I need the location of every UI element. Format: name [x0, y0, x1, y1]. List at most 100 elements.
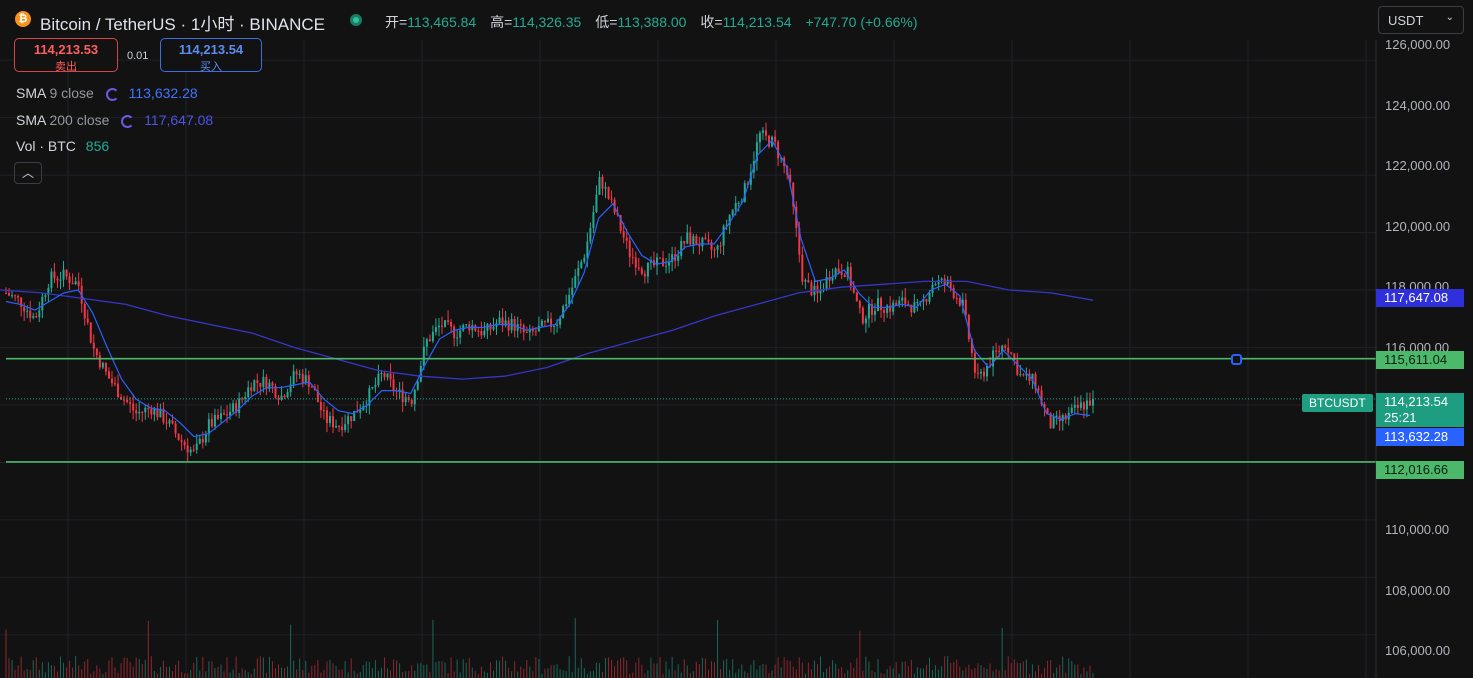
- volume-bar: [193, 662, 195, 678]
- volume-bar: [932, 669, 934, 678]
- volume-bar: [199, 670, 201, 678]
- bar-countdown: 25:21: [1384, 410, 1417, 425]
- volume-bar: [520, 666, 522, 678]
- candle-body: [698, 244, 701, 247]
- volume-bar: [323, 669, 325, 678]
- volume-bar: [1013, 659, 1015, 678]
- volume-bar: [989, 663, 991, 678]
- volume-bar: [235, 656, 237, 678]
- volume-bar: [138, 659, 140, 678]
- volume-bar: [538, 659, 540, 678]
- volume-bar: [514, 661, 516, 678]
- candle-body: [701, 237, 704, 247]
- candle-body: [332, 416, 335, 428]
- candle-body: [44, 295, 47, 297]
- candle-body: [238, 398, 241, 413]
- volume-bar: [17, 665, 19, 678]
- buy-button[interactable]: 114,213.54 买入: [160, 38, 262, 73]
- volume-bar: [317, 659, 319, 678]
- sma9-legend[interactable]: SMA 9 close 113,632.28: [16, 85, 198, 101]
- volume-bar: [362, 665, 364, 678]
- volume-bar: [874, 672, 876, 678]
- volume-bar: [299, 658, 301, 678]
- volume-bar: [986, 668, 988, 678]
- volume-bar: [123, 657, 125, 678]
- line-drag-handle[interactable]: [1231, 354, 1242, 365]
- volume-bar: [635, 662, 637, 678]
- volume-bar: [1047, 660, 1049, 678]
- volume-bar: [156, 673, 158, 678]
- volume-bar: [586, 673, 588, 678]
- candle-body: [483, 330, 486, 336]
- candle-body: [150, 408, 153, 415]
- axis-tick: 126,000.00: [1385, 37, 1451, 52]
- volume-bar: [190, 669, 192, 678]
- volume-bar: [347, 672, 349, 678]
- volume-bar: [910, 659, 912, 678]
- volume-bar: [499, 660, 501, 678]
- volume-bar: [271, 661, 273, 678]
- candle-body: [801, 254, 804, 282]
- candle-body: [625, 237, 628, 241]
- volume-bar: [502, 656, 504, 678]
- candle-body: [622, 231, 625, 238]
- volume-bar: [1022, 661, 1024, 678]
- volume-bar: [614, 666, 616, 678]
- candle-body: [11, 295, 14, 297]
- candle-body: [849, 266, 852, 288]
- volume-bar: [595, 662, 597, 678]
- currency-select[interactable]: USDT ⌄: [1378, 6, 1464, 34]
- volume-bar: [66, 667, 68, 678]
- volume-bar: [871, 670, 873, 678]
- volume-bar: [947, 656, 949, 678]
- candle-body: [380, 373, 383, 375]
- volume-bar: [338, 669, 340, 678]
- candle-body: [580, 261, 583, 268]
- candle-body: [59, 279, 62, 281]
- volume-bar: [1028, 673, 1030, 678]
- candle-body: [71, 283, 74, 285]
- volume-bar: [1050, 660, 1052, 678]
- volume-bar: [617, 660, 619, 678]
- candle-body: [416, 381, 419, 390]
- sma200-legend[interactable]: SMA 200 close 117,647.08: [16, 112, 213, 128]
- candle-body: [546, 318, 549, 323]
- volume-bar: [135, 657, 137, 678]
- volume-bar: [426, 664, 428, 678]
- volume-bar: [556, 664, 558, 678]
- candle-body: [916, 302, 919, 304]
- volume-bar: [838, 668, 840, 678]
- volume-bar: [801, 662, 803, 678]
- volume-bar: [38, 669, 40, 678]
- sell-button[interactable]: 114,213.53 卖出: [14, 38, 118, 73]
- candle-body: [758, 132, 761, 143]
- candle-body: [601, 176, 604, 189]
- volume-bar: [459, 672, 461, 678]
- candle-body: [577, 267, 580, 276]
- volume-bar: [1007, 656, 1009, 678]
- candle-body: [92, 342, 95, 349]
- candle-body: [262, 376, 265, 387]
- collapse-legend-button[interactable]: ︿: [14, 162, 42, 184]
- candle-body: [165, 422, 168, 424]
- volume-bar: [683, 659, 685, 678]
- volume-bar: [780, 667, 782, 678]
- candle-body: [198, 438, 201, 444]
- volume-legend[interactable]: Vol · BTC 856: [16, 138, 109, 154]
- volume-bar: [393, 659, 395, 678]
- volume-bar: [913, 673, 915, 678]
- candle-body: [186, 445, 189, 453]
- candle-body: [107, 371, 110, 379]
- volume-bar: [399, 663, 401, 678]
- volume-bar: [26, 668, 28, 678]
- volume-bar: [169, 666, 171, 678]
- candle-body: [35, 316, 38, 318]
- volume-bar: [72, 667, 74, 678]
- price-chart[interactable]: [0, 0, 1473, 678]
- sma200-name: SMA: [16, 112, 46, 128]
- candle-body: [425, 339, 428, 347]
- volume-bar: [550, 665, 552, 678]
- volume-bar: [729, 669, 731, 678]
- loading-spinner-icon: [121, 115, 135, 128]
- symbol-title[interactable]: Bitcoin / TetherUS · 1小时 · BINANCE: [40, 10, 325, 35]
